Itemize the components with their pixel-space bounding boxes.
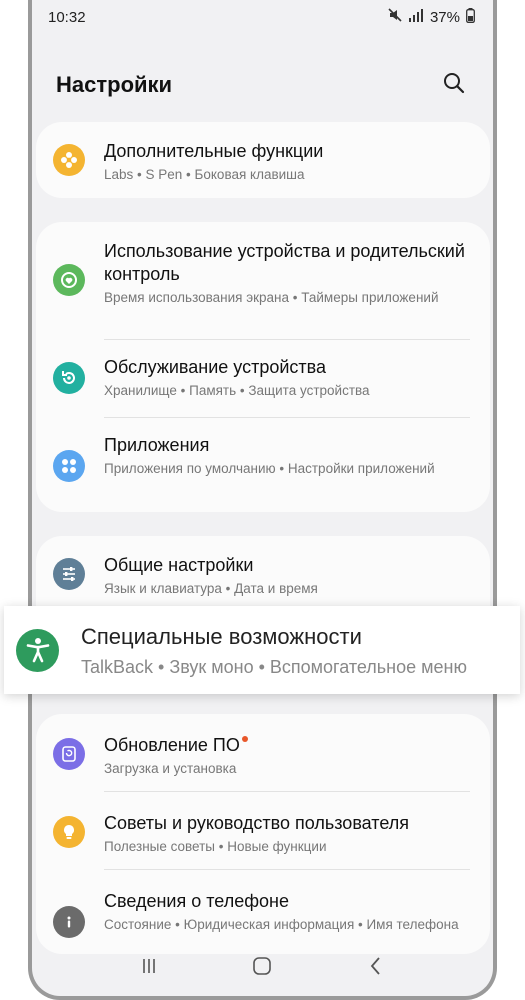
settings-item-device-care[interactable]: Обслуживание устройства Хранилище • Памя… <box>36 340 490 418</box>
recent-apps-button[interactable] <box>129 948 169 988</box>
settings-item-subtitle: Хранилище • Память • Защита устройства <box>104 383 370 398</box>
settings-item-subtitle: Состояние • Юридическая информация • Имя… <box>104 917 459 932</box>
search-icon <box>443 72 465 99</box>
accessibility-title: Специальные возможности <box>81 624 362 649</box>
signal-icon <box>408 8 424 26</box>
settings-item-subtitle: Полезные советы • Новые функции <box>104 839 327 854</box>
settings-item-title: Обслуживание устройства <box>104 357 327 377</box>
settings-item-title: Приложения <box>104 435 210 455</box>
back-icon <box>368 956 384 981</box>
accessibility-subtitle: TalkBack • Звук моно • Вспомогательное м… <box>81 657 467 677</box>
home-icon <box>252 956 272 981</box>
device-care-icon <box>53 362 85 394</box>
settings-group-advanced: Дополнительные функции Labs • S Pen • Бо… <box>36 122 490 198</box>
settings-item-subtitle: Время использования экрана • Таймеры при… <box>104 290 439 305</box>
search-button[interactable] <box>439 70 469 100</box>
navigation-bar <box>32 940 493 996</box>
settings-item-apps[interactable]: Приложения Приложения по умолчанию • Нас… <box>36 418 490 512</box>
digital-wellbeing-icon <box>53 264 85 296</box>
settings-item-digital-wellbeing[interactable]: Использование устройства и родительский … <box>36 222 490 340</box>
settings-item-title: Советы и руководство пользователя <box>104 813 409 833</box>
settings-item-subtitle: Labs • S Pen • Боковая клавиша <box>104 167 305 182</box>
settings-item-software-update[interactable]: Обновление ПО Загрузка и установка <box>36 714 490 792</box>
home-button[interactable] <box>242 948 282 988</box>
accessibility-icon <box>16 628 59 672</box>
settings-item-advanced-features[interactable]: Дополнительные функции Labs • S Pen • Бо… <box>36 122 490 183</box>
battery-percent: 37% <box>429 8 460 26</box>
back-button[interactable] <box>356 948 396 988</box>
settings-item-subtitle: Язык и клавиатура • Дата и время <box>104 581 318 596</box>
software-update-icon <box>53 738 85 770</box>
settings-item-subtitle: Загрузка и установка <box>104 761 237 776</box>
settings-item-title: Сведения о телефоне <box>104 891 289 911</box>
settings-group-device: Использование устройства и родительский … <box>36 222 490 512</box>
battery-icon <box>466 7 475 27</box>
settings-item-title-text: Обновление ПО <box>104 735 240 755</box>
sliders-icon <box>53 558 85 590</box>
settings-item-title: Использование устройства и родительский … <box>104 241 465 284</box>
recent-apps-icon <box>140 957 158 980</box>
header: Настройки <box>32 60 493 110</box>
settings-group-about: Обновление ПО Загрузка и установка Совет… <box>36 714 490 954</box>
page-title: Настройки <box>56 72 173 97</box>
mute-icon <box>388 8 402 26</box>
settings-item-title: Обновление ПО <box>104 734 248 757</box>
settings-item-subtitle: Приложения по умолчанию • Настройки прил… <box>104 461 435 476</box>
status-time: 10:32 <box>48 8 86 26</box>
phone-frame: 10:32 37% Настройки Дополнительные функц… <box>28 0 497 1000</box>
settings-item-title: Общие настройки <box>104 555 254 575</box>
gear-flower-icon <box>53 144 85 176</box>
settings-item-tips[interactable]: Советы и руководство пользователя Полезн… <box>36 792 490 870</box>
update-badge <box>241 736 248 742</box>
status-bar: 10:32 37% <box>32 0 493 34</box>
settings-item-title: Дополнительные функции <box>104 141 324 161</box>
apps-grid-icon <box>53 450 85 482</box>
settings-item-general-management[interactable]: Общие настройки Язык и клавиатура • Дата… <box>36 536 490 597</box>
status-icons: 37% <box>388 7 475 27</box>
settings-item-accessibility[interactable]: Специальные возможности TalkBack • Звук … <box>4 606 520 694</box>
info-icon <box>53 906 85 938</box>
lightbulb-icon <box>53 816 85 848</box>
